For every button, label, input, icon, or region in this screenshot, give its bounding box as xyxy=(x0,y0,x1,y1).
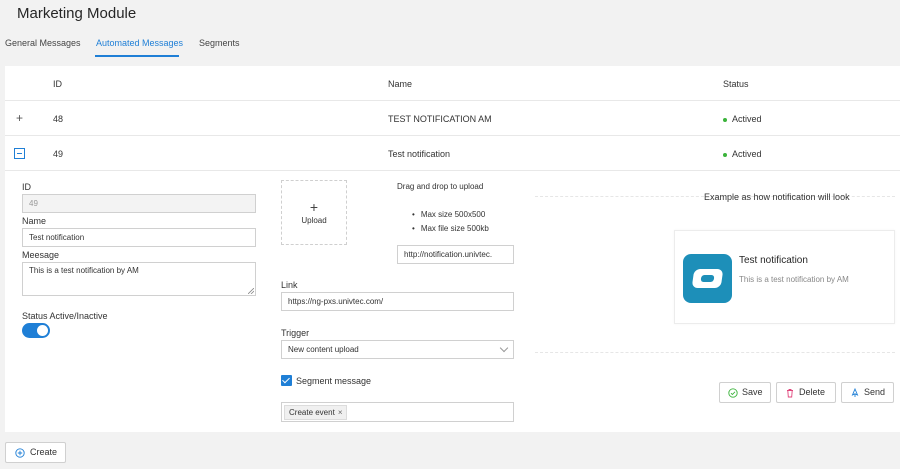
tab-segments[interactable]: Segments xyxy=(199,38,240,48)
row-id: 49 xyxy=(53,149,64,159)
app-logo-icon xyxy=(683,254,732,303)
delete-button-label: Delete xyxy=(799,387,826,397)
expand-row-icon[interactable]: + xyxy=(16,111,23,125)
link-field[interactable]: https://ng-pxs.univtec.com/ xyxy=(281,292,514,311)
tab-general-messages[interactable]: General Messages xyxy=(5,38,81,48)
row-name: TEST NOTIFICATION AM xyxy=(388,114,492,124)
upload-rule-filesize: Max file size 500kb xyxy=(412,224,489,233)
create-button-label: Create xyxy=(30,447,58,457)
message-textarea[interactable]: This is a test notification by AM xyxy=(22,262,256,296)
row-name: Test notification xyxy=(388,149,451,159)
upload-label: Upload xyxy=(301,216,327,225)
delete-button[interactable]: Delete xyxy=(776,382,836,403)
id-label: ID xyxy=(22,182,31,192)
row-id: 48 xyxy=(53,114,64,124)
name-field[interactable]: Test notification xyxy=(22,228,256,247)
upload-dropzone[interactable]: + Upload xyxy=(281,180,347,245)
preview-notification-title: Test notification xyxy=(739,255,808,266)
trigger-select[interactable]: New content upload xyxy=(281,340,514,359)
id-field: 49 xyxy=(22,194,256,213)
notification-preview-card: Test notification This is a test notific… xyxy=(674,230,895,324)
tab-bar: General Messages Automated Messages Segm… xyxy=(0,30,900,59)
resize-grip-icon[interactable] xyxy=(248,288,254,294)
segment-checkbox[interactable] xyxy=(281,375,292,386)
column-header-id[interactable]: ID xyxy=(53,79,62,89)
preview-heading: Example as how notification will look xyxy=(704,192,850,202)
message-text: This is a test notification by AM xyxy=(29,266,139,275)
upload-url-field[interactable]: http://notification.univtec. xyxy=(397,245,514,264)
messages-panel: ID Name Status + 48 TEST NOTIFICATION AM… xyxy=(5,66,900,432)
upload-rule-size: Max size 500x500 xyxy=(412,210,485,219)
save-button-label: Save xyxy=(742,387,763,397)
table-row[interactable]: + 48 TEST NOTIFICATION AM Actived xyxy=(5,101,900,136)
trigger-label: Trigger xyxy=(281,328,310,338)
preview-divider-bottom xyxy=(535,352,895,353)
status-toggle-label: Status Active/Inactive xyxy=(22,311,108,321)
status-dot-icon xyxy=(723,117,727,122)
tab-automated-messages[interactable]: Automated Messages xyxy=(96,38,183,48)
row-status: Actived xyxy=(723,114,762,124)
active-tab-indicator xyxy=(95,55,179,57)
table-header: ID Name Status xyxy=(5,66,900,101)
segment-tag: Create event × xyxy=(284,405,348,420)
status-toggle[interactable] xyxy=(22,323,50,338)
trigger-selected-value: New content upload xyxy=(288,345,359,354)
page-title: Marketing Module xyxy=(17,5,137,22)
segment-tag-label: Create event xyxy=(289,408,335,417)
row-status: Actived xyxy=(723,149,762,159)
column-header-name[interactable]: Name xyxy=(388,79,412,89)
plus-circle-icon xyxy=(15,448,25,458)
collapse-row-icon[interactable] xyxy=(14,148,25,159)
send-button[interactable]: Send xyxy=(841,382,894,403)
send-icon xyxy=(851,388,859,397)
row-status-label: Actived xyxy=(732,149,762,159)
tag-remove-icon[interactable]: × xyxy=(338,408,343,417)
drag-drop-text: Drag and drop to upload xyxy=(397,182,484,191)
name-label: Name xyxy=(22,216,47,226)
upload-plus-icon: + xyxy=(309,199,319,215)
message-label: Meesage xyxy=(22,250,60,260)
column-header-status[interactable]: Status xyxy=(723,79,749,89)
row-status-label: Actived xyxy=(732,114,762,124)
segment-tags-input[interactable]: Create event × xyxy=(281,402,514,422)
trash-icon xyxy=(787,389,793,398)
preview-notification-message: This is a test notification by AM xyxy=(739,275,849,284)
status-dot-icon xyxy=(723,152,727,157)
table-row[interactable]: 49 Test notification Actived xyxy=(5,136,900,171)
segment-message-label: Segment message xyxy=(296,376,372,386)
link-label: Link xyxy=(281,280,298,290)
save-button[interactable]: Save xyxy=(719,382,771,403)
send-button-label: Send xyxy=(864,387,886,397)
check-circle-icon xyxy=(728,388,738,398)
create-button[interactable]: Create xyxy=(5,442,66,463)
chevron-down-icon xyxy=(499,343,509,353)
